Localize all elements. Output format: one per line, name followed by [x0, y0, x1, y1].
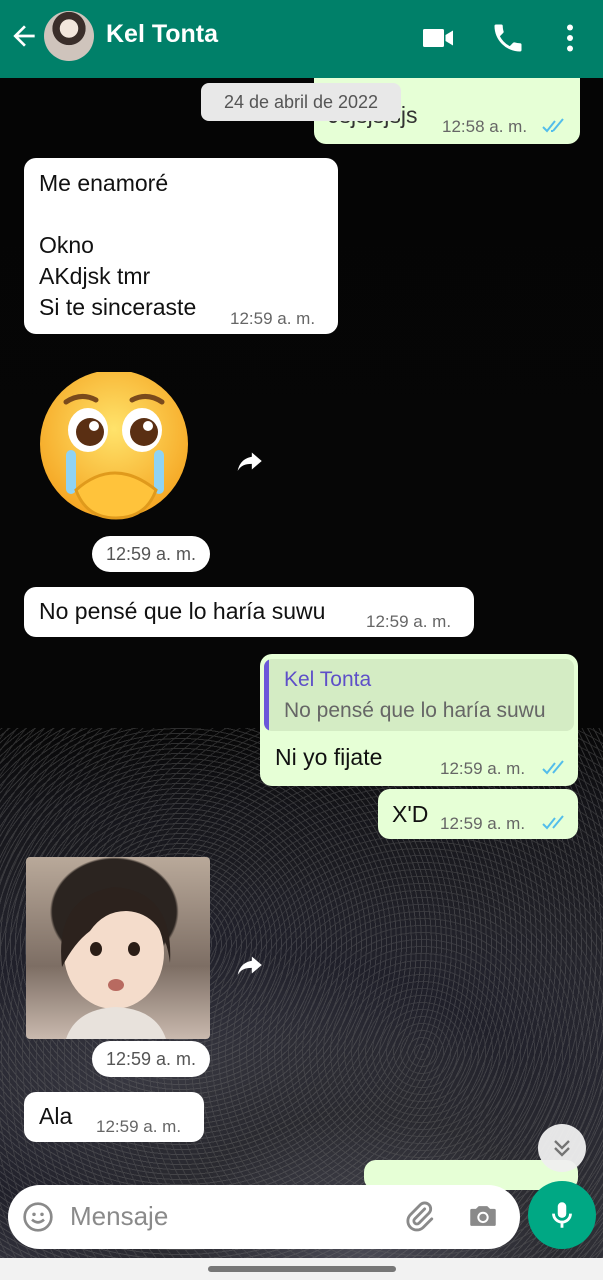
- reply-quote-text: No pensé que lo haría suwu: [284, 699, 546, 722]
- message-time: 12:59 a. m.: [96, 1117, 182, 1136]
- date-separator: 24 de abril de 2022: [201, 83, 401, 121]
- sticker-photo-drawing: [61, 887, 171, 1039]
- chat-header: Kel Tonta: [0, 0, 603, 78]
- contact-name[interactable]: Kel Tonta: [106, 20, 218, 49]
- message-text: X'D: [392, 801, 429, 827]
- sticker-photo[interactable]: [26, 857, 210, 1039]
- message-input-placeholder: Mensaje: [70, 1201, 169, 1231]
- forward-icon[interactable]: [232, 444, 266, 478]
- read-ticks-icon: [542, 118, 564, 133]
- phone-icon[interactable]: [490, 20, 526, 56]
- message-bubble-outgoing[interactable]: X'D 12:59 a. m.: [378, 789, 578, 839]
- message-time: 12:59 a. m.: [366, 612, 452, 631]
- message-line: Okno: [39, 232, 94, 259]
- chevron-down-icon: [554, 1140, 570, 1157]
- attach-icon[interactable]: [402, 1199, 436, 1233]
- reply-quote-name: Kel Tonta: [284, 668, 372, 691]
- reply-quote[interactable]: Kel Tonta No pensé que lo haría suwu: [264, 659, 574, 731]
- home-indicator[interactable]: [208, 1266, 396, 1272]
- message-line: [39, 199, 196, 230]
- emoji-icon[interactable]: [22, 1201, 54, 1233]
- message-text: Ala: [39, 1103, 73, 1129]
- message-time: 12:59 a. m.: [440, 814, 526, 833]
- scroll-down-button[interactable]: [538, 1124, 586, 1172]
- message-bubble-incoming[interactable]: Me enamoré Okno AKdjsk tmr Si te sincera…: [24, 158, 338, 334]
- sticker-time: 12:59 a. m.: [92, 1041, 210, 1077]
- message-text: No pensé que lo haría suwu: [39, 598, 326, 624]
- forward-icon[interactable]: [232, 948, 266, 982]
- mic-button[interactable]: [528, 1181, 596, 1249]
- more-vert-icon[interactable]: [552, 20, 588, 56]
- video-call-icon[interactable]: [420, 20, 456, 56]
- message-input[interactable]: Mensaje: [8, 1185, 520, 1249]
- chat-screen: Kel Tonta Jsjsjsjsjs 12:58 a. m. 24 de a…: [0, 0, 603, 1280]
- message-line: AKdjsk tmr: [39, 263, 151, 290]
- mic-icon: [552, 1202, 572, 1228]
- read-ticks-icon: [542, 760, 564, 775]
- read-ticks-icon: [542, 815, 564, 830]
- back-arrow-icon[interactable]: [8, 20, 40, 52]
- message-time: 12:58 a. m.: [442, 117, 528, 136]
- message-line: Me enamoré: [39, 170, 169, 196]
- sticker-time: 12:59 a. m.: [92, 536, 210, 572]
- message-time: 12:59 a. m.: [440, 759, 526, 778]
- camera-icon[interactable]: [466, 1199, 500, 1233]
- message-text: Ni yo fijate: [275, 744, 383, 770]
- message-time: 12:59 a. m.: [230, 309, 316, 328]
- avatar[interactable]: [44, 11, 94, 61]
- message-line: Si te sinceraste: [39, 294, 197, 321]
- system-nav-bar: [0, 1258, 603, 1280]
- message-bubble-incoming[interactable]: Ala 12:59 a. m.: [24, 1092, 204, 1142]
- sticker-emoji[interactable]: [36, 372, 196, 520]
- message-bubble-incoming[interactable]: No pensé que lo haría suwu 12:59 a. m.: [24, 587, 474, 637]
- reply-quote-bar: [264, 659, 269, 731]
